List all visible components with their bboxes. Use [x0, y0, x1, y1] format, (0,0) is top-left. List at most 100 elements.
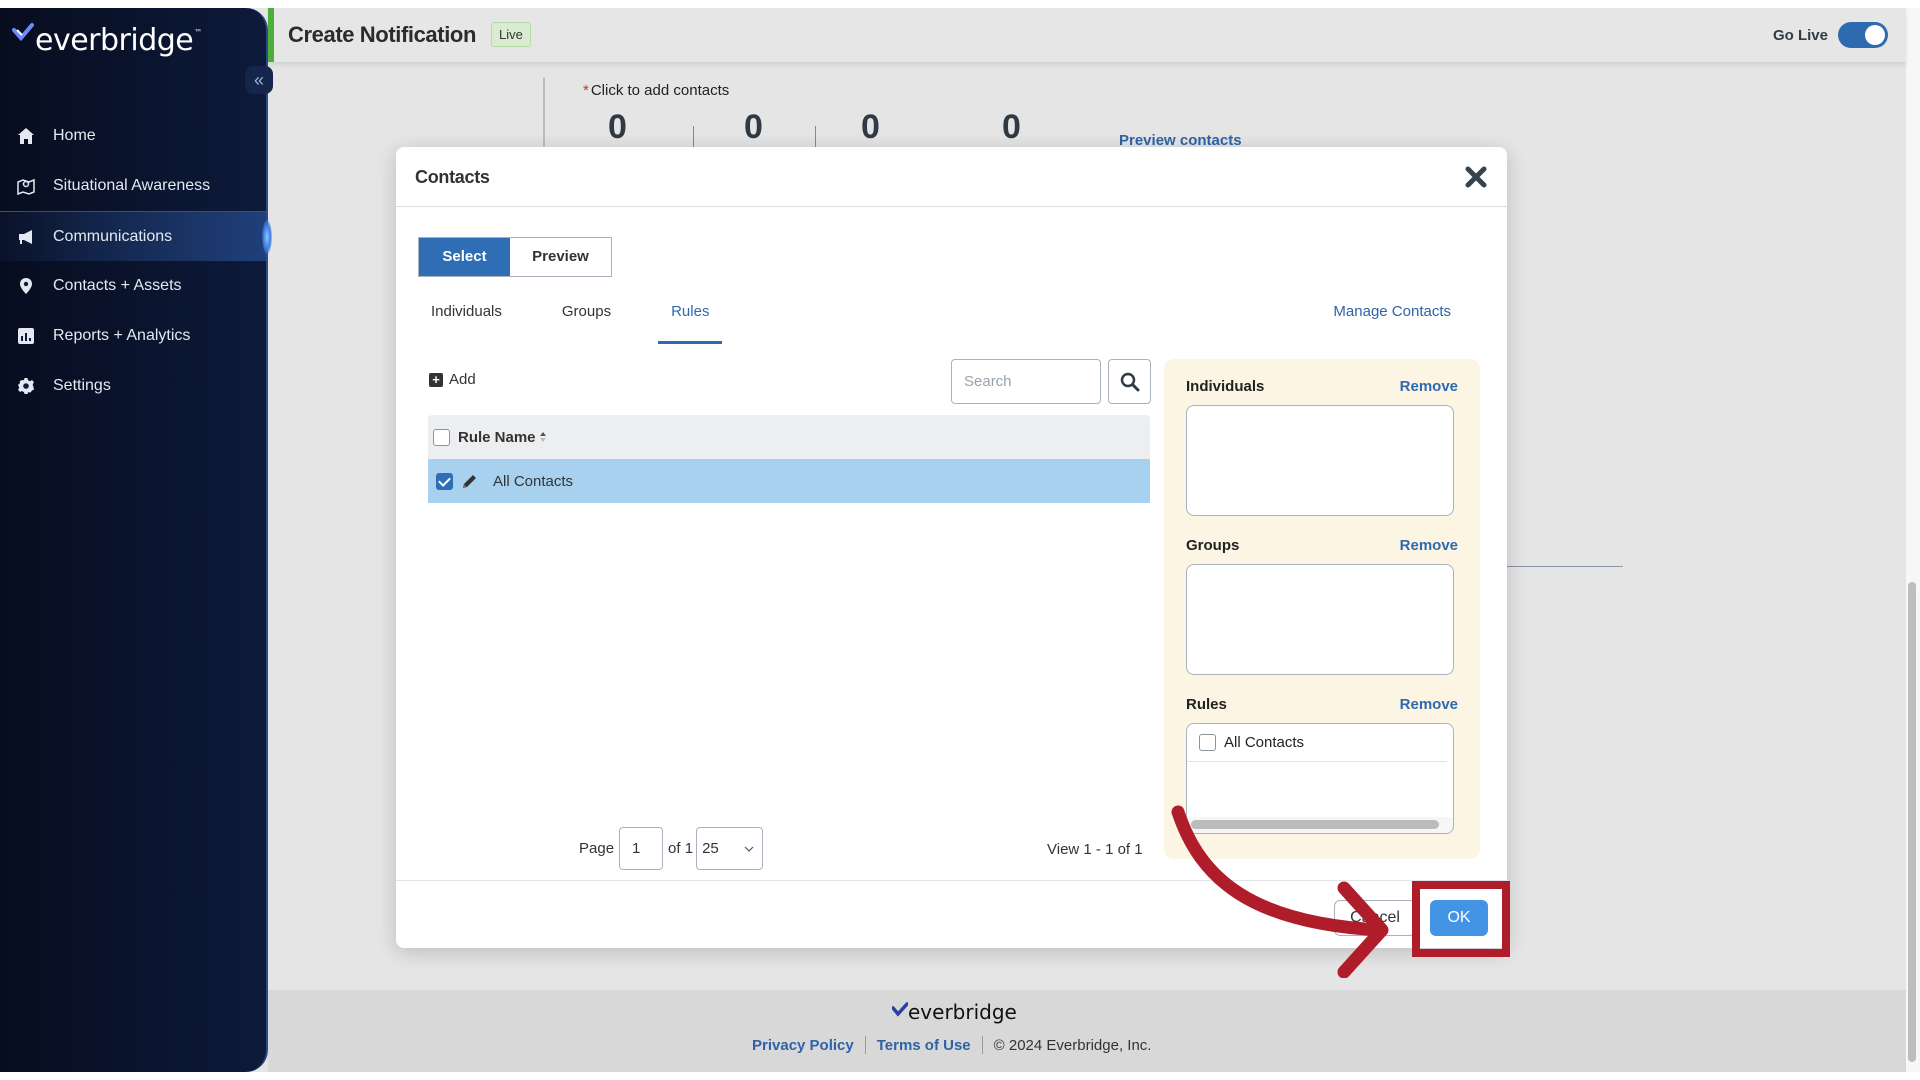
individuals-label: Individuals	[1186, 378, 1265, 395]
modal-header: Contacts	[396, 147, 1507, 207]
cancel-button[interactable]: Cancel	[1334, 900, 1416, 936]
search-input[interactable]	[951, 359, 1101, 404]
sidebar-item-settings[interactable]: Settings	[0, 361, 268, 411]
search-button[interactable]	[1108, 359, 1151, 404]
page-title: Create Notification	[288, 22, 476, 47]
sidebar-item-label: Communications	[53, 227, 173, 245]
location-pin-icon	[20, 278, 32, 294]
page-size-value: 25	[702, 840, 719, 857]
sort-icon[interactable]	[539, 431, 547, 443]
double-chevron-left-icon: «	[253, 69, 264, 90]
add-contacts-label: Click to add contacts	[590, 82, 730, 99]
tab-individuals[interactable]: Individuals	[431, 303, 502, 337]
add-contacts-prompt[interactable]: * Click to add contacts	[583, 82, 729, 99]
mode-toggle: Select Preview	[418, 237, 612, 277]
sidebar-item-label: Situational Awareness	[53, 177, 211, 194]
selection-panel: Individuals Remove Groups Remove Rules R…	[1164, 359, 1480, 859]
selected-rules-list[interactable]: All Contacts	[1186, 723, 1454, 834]
link-separator	[864, 1036, 866, 1054]
row-checkbox[interactable]	[436, 472, 453, 490]
manage-contacts-link[interactable]: Manage Contacts	[1333, 303, 1451, 320]
go-live-control: Go Live	[1773, 22, 1888, 48]
remove-rules-link[interactable]: Remove	[1400, 696, 1458, 713]
table-header: Rule Name	[428, 415, 1150, 459]
sidebar-nav: Home Situational Awareness Communication…	[0, 111, 272, 411]
gear-icon	[18, 378, 34, 394]
select-all-checkbox[interactable]	[433, 428, 450, 446]
page-header: Create Notification Live Go Live	[268, 8, 1906, 62]
column-header-rule-name[interactable]: Rule Name	[458, 429, 536, 446]
sidebar-item-reports-analytics[interactable]: Reports + Analytics	[0, 311, 268, 361]
home-icon	[18, 128, 34, 144]
sidebar-item-situational-awareness[interactable]: Situational Awareness	[0, 161, 268, 211]
groups-label: Groups	[1186, 537, 1240, 554]
page-footer: everbridge Privacy Policy Terms of Use ©…	[268, 990, 1906, 1072]
background-divider	[1507, 566, 1623, 567]
selected-rule-label: All Contacts	[1224, 734, 1305, 751]
sidebar-item-label: Contacts + Assets	[53, 277, 182, 294]
logo-check-icon	[12, 23, 34, 42]
go-live-label: Go Live	[1772, 26, 1828, 44]
contact-count: 0	[744, 108, 763, 146]
tab-groups[interactable]: Groups	[562, 303, 611, 337]
horizontal-scrollbar-thumb[interactable]	[1191, 820, 1439, 829]
footer-links: Privacy Policy Terms of Use © 2024 Everb…	[752, 1036, 1151, 1054]
go-live-toggle[interactable]	[1838, 22, 1888, 48]
preview-mode-button[interactable]: Preview	[510, 238, 611, 276]
section-divider	[543, 78, 545, 158]
everbridge-logo[interactable]: everbridge ™	[12, 18, 202, 58]
page-scrollbar[interactable]	[1906, 8, 1920, 1072]
annotation-highlight-box	[1412, 881, 1510, 957]
sidebar-item-contacts-assets[interactable]: Contacts + Assets	[0, 261, 268, 311]
footer-logo-text: everbridge	[908, 1000, 1017, 1024]
plus-square-icon: +	[429, 372, 443, 387]
modal-footer: Cancel OK	[396, 880, 1507, 948]
contact-type-tabs: Individuals Groups Rules	[431, 303, 769, 344]
sidebar-item-label: Reports + Analytics	[53, 327, 191, 344]
privacy-policy-link[interactable]: Privacy Policy	[752, 1037, 854, 1054]
selected-rule-checkbox[interactable]	[1199, 734, 1216, 751]
sidebar-item-home[interactable]: Home	[0, 111, 268, 161]
view-count: View 1 - 1 of 1	[1047, 841, 1143, 858]
contact-count: 0	[861, 108, 880, 146]
toggle-knob	[1865, 25, 1885, 45]
megaphone-icon	[19, 230, 32, 244]
horizontal-scrollbar[interactable]	[1187, 817, 1453, 833]
page-scrollbar-thumb[interactable]	[1908, 582, 1916, 1062]
footer-logo: everbridge	[892, 1000, 1017, 1024]
sidebar: everbridge ™ « Home Situational Awarenes…	[0, 8, 273, 1072]
selected-groups-list[interactable]	[1186, 564, 1454, 675]
modal-title: Contacts	[415, 167, 490, 187]
link-separator	[981, 1036, 983, 1054]
add-label: Add	[449, 371, 476, 388]
contacts-modal: Contacts Select Preview Individuals Grou…	[396, 147, 1507, 948]
collapse-sidebar-button[interactable]: «	[245, 66, 273, 94]
page-number-input[interactable]	[619, 827, 664, 870]
logo-check-icon	[892, 1002, 908, 1017]
page-total: of 1	[668, 840, 694, 857]
rule-name-cell: All Contacts	[493, 472, 574, 490]
terms-of-use-link[interactable]: Terms of Use	[877, 1037, 971, 1054]
rules-table: Rule Name All Contacts	[428, 415, 1150, 503]
required-marker: *	[583, 82, 589, 99]
select-mode-button[interactable]: Select	[419, 238, 510, 276]
remove-individuals-link[interactable]: Remove	[1400, 378, 1458, 395]
rules-label: Rules	[1186, 696, 1227, 713]
sidebar-item-label: Home	[53, 127, 96, 144]
sidebar-item-communications[interactable]: Communications	[0, 211, 272, 261]
table-row[interactable]: All Contacts	[428, 459, 1150, 503]
sidebar-item-label: Settings	[53, 377, 111, 394]
app-frame: everbridge ™ « Home Situational Awarenes…	[0, 8, 1920, 1072]
close-icon[interactable]	[1464, 165, 1488, 189]
tab-rules[interactable]: Rules	[657, 303, 723, 344]
add-rule-button[interactable]: + Add	[429, 371, 476, 388]
selected-rule-item[interactable]: All Contacts	[1187, 724, 1447, 762]
remove-groups-link[interactable]: Remove	[1400, 537, 1458, 554]
search-icon	[1120, 372, 1139, 391]
contact-count: 0	[1002, 108, 1021, 146]
bar-chart-icon	[18, 328, 34, 344]
page-size-select[interactable]: 25	[696, 827, 764, 870]
pencil-icon[interactable]	[461, 473, 478, 490]
selected-individuals-list[interactable]	[1186, 405, 1454, 516]
chevron-down-icon	[744, 846, 754, 852]
